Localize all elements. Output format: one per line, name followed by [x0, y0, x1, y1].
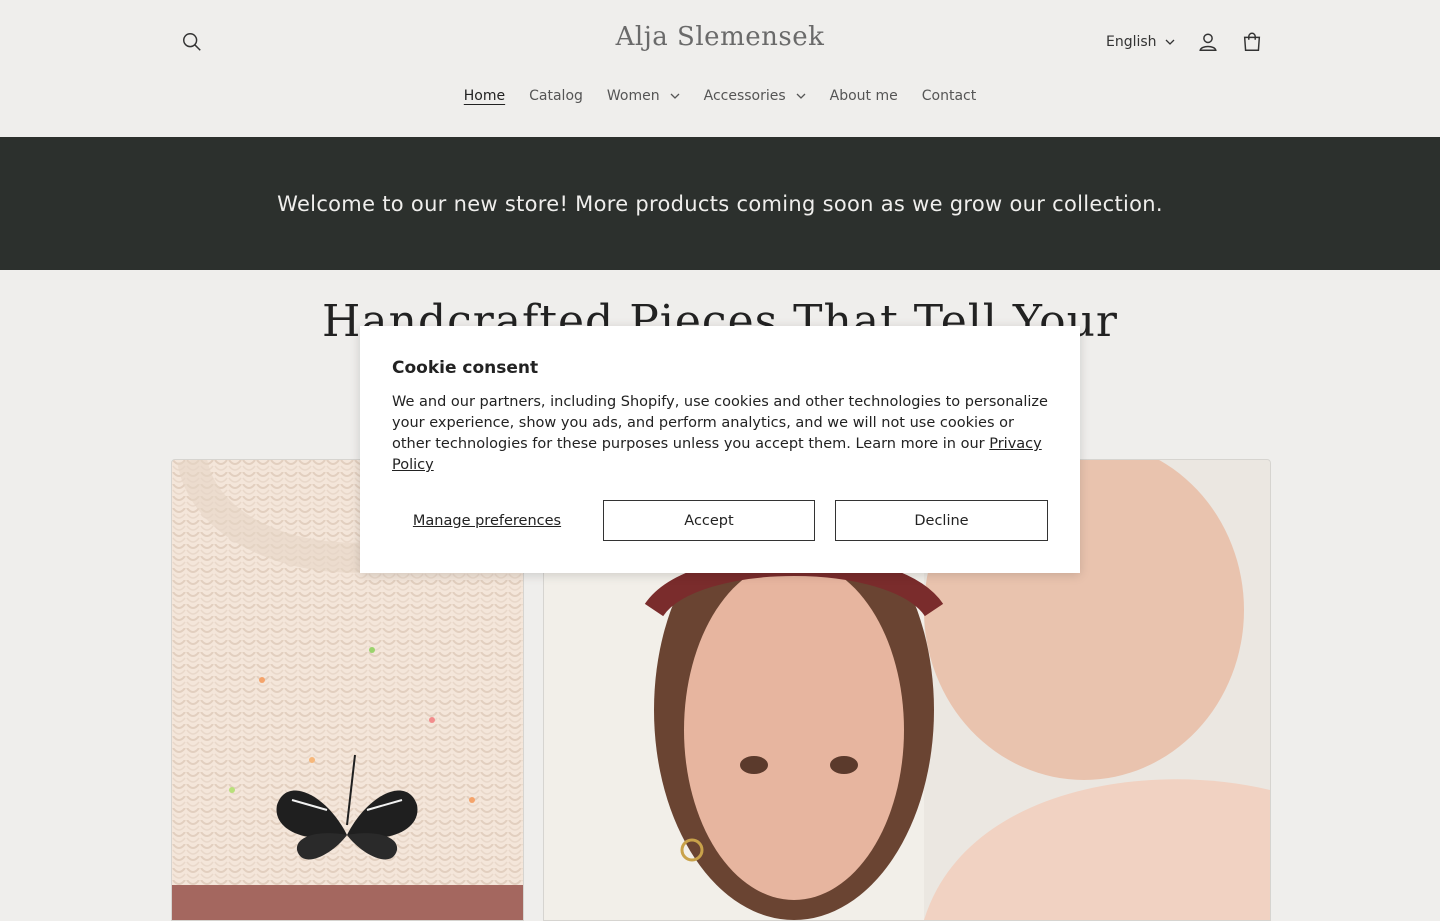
cookie-description: We and our partners, including Shopify, … — [392, 392, 1052, 476]
decline-button[interactable]: Decline — [835, 500, 1048, 541]
accept-button[interactable]: Accept — [603, 500, 815, 541]
cookie-title: Cookie consent — [392, 358, 539, 378]
cookie-body-text: We and our partners, including Shopify, … — [392, 394, 1048, 452]
manage-preferences-button[interactable]: Manage preferences — [392, 500, 582, 541]
cookie-consent-dialog: Cookie consent We and our partners, incl… — [360, 326, 1080, 573]
